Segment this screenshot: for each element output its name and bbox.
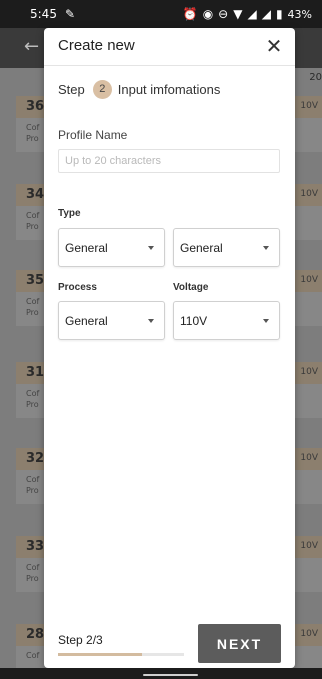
battery-icon: ▮: [275, 7, 283, 21]
profile-card-voltage: 10V: [300, 453, 318, 463]
dialog-header: Create new ✕: [44, 28, 295, 66]
voltage-select-value: 110V: [180, 313, 208, 328]
status-time: 5:45: [30, 7, 57, 21]
wrench-icon: ✎: [64, 7, 76, 21]
chevron-down-icon: [148, 245, 154, 250]
back-arrow-icon[interactable]: ←: [24, 36, 39, 57]
battery-percent: 43%: [287, 7, 312, 21]
profile-name-label: Profile Name: [58, 128, 128, 142]
profile-card-voltage: 10V: [300, 629, 318, 639]
chevron-down-icon: [263, 245, 269, 250]
do-not-disturb-icon: ⊖: [218, 7, 229, 21]
chevron-down-icon: [263, 318, 269, 323]
signal-icon: ◢: [247, 7, 257, 21]
next-button[interactable]: NEXT: [198, 624, 281, 663]
process-select[interactable]: General: [58, 301, 165, 340]
profile-card-number: 34: [26, 187, 45, 202]
chevron-down-icon: [148, 318, 154, 323]
profile-card-voltage: 10V: [300, 189, 318, 199]
profile-name-input[interactable]: [58, 149, 280, 173]
step-title: Input imfomations: [117, 82, 221, 97]
type-select-left-value: General: [65, 240, 108, 255]
type-select-right-value: General: [180, 240, 223, 255]
alarm-icon: ⏰: [182, 7, 198, 21]
process-label: Process: [58, 282, 97, 293]
dialog-title: Create new: [58, 37, 135, 54]
type-select-left[interactable]: General: [58, 228, 165, 267]
profile-card-voltage: 10V: [300, 101, 318, 111]
background-header-number: 20: [309, 72, 322, 83]
step-progress-fill: [58, 653, 143, 656]
create-new-dialog: Create new ✕ Step 2 Input imfomations Pr…: [44, 28, 295, 668]
profile-card-voltage: 10V: [300, 367, 318, 377]
profile-card-number: 31: [26, 365, 45, 380]
profile-card-voltage: 10V: [300, 541, 318, 551]
process-select-value: General: [65, 313, 108, 328]
step-indicator: Step 2 Input imfomations: [58, 80, 220, 99]
home-gesture-handle[interactable]: [143, 674, 198, 676]
step-progress-bar: [58, 653, 184, 656]
profile-card-voltage: 10V: [300, 275, 318, 285]
type-label: Type: [58, 208, 81, 219]
step-label: Step: [58, 82, 85, 97]
profile-card-number: 36: [26, 99, 45, 114]
profile-card-number: 32: [26, 451, 45, 466]
profile-card-number: 35: [26, 273, 45, 288]
step-progress-text: Step 2/3: [58, 633, 103, 647]
status-bar: 5:45 ✎ ⏰ ◉ ⊖ ▼ ◢ ◢ ▮ 43%: [0, 0, 322, 28]
type-select-right[interactable]: General: [173, 228, 280, 267]
profile-card-number: 28: [26, 627, 45, 642]
voltage-label: Voltage: [173, 282, 209, 293]
signal-icon: ◢: [261, 7, 271, 21]
close-icon[interactable]: ✕: [261, 32, 287, 60]
wifi-icon: ▼: [233, 7, 243, 21]
eye-icon: ◉: [202, 7, 214, 21]
voltage-select[interactable]: 110V: [173, 301, 280, 340]
step-number-badge: 2: [92, 80, 112, 99]
profile-card-number: 33: [26, 539, 45, 554]
